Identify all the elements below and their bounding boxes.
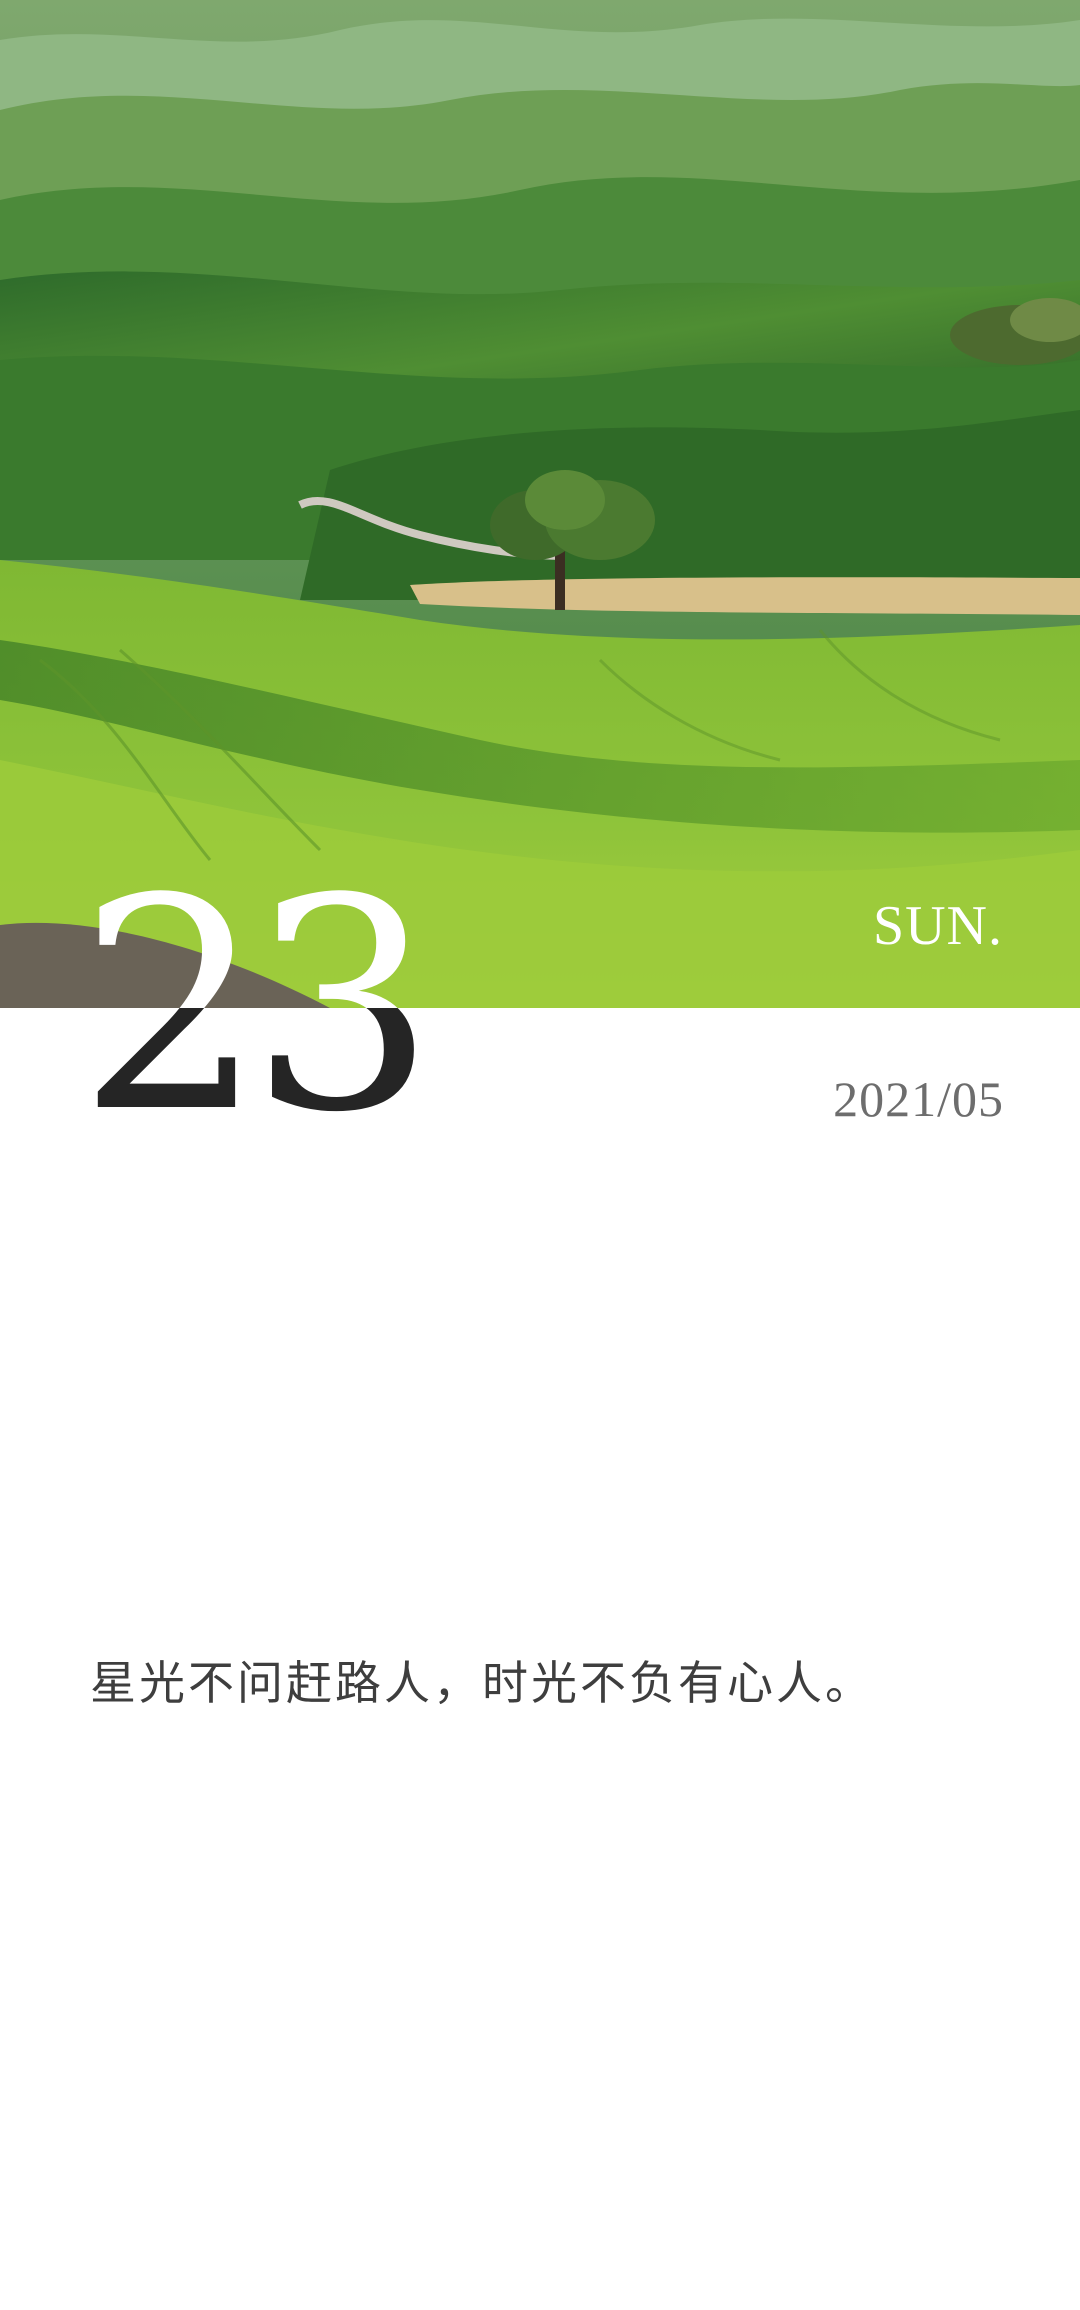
daily-quote: 星光不问赶路人，时光不负有心人。 [90, 1656, 874, 1710]
year-month-label: 2021/05 [833, 1071, 1004, 1127]
day-number: 23 23 [78, 856, 458, 1156]
weekday-label: SUN. [872, 895, 1003, 957]
